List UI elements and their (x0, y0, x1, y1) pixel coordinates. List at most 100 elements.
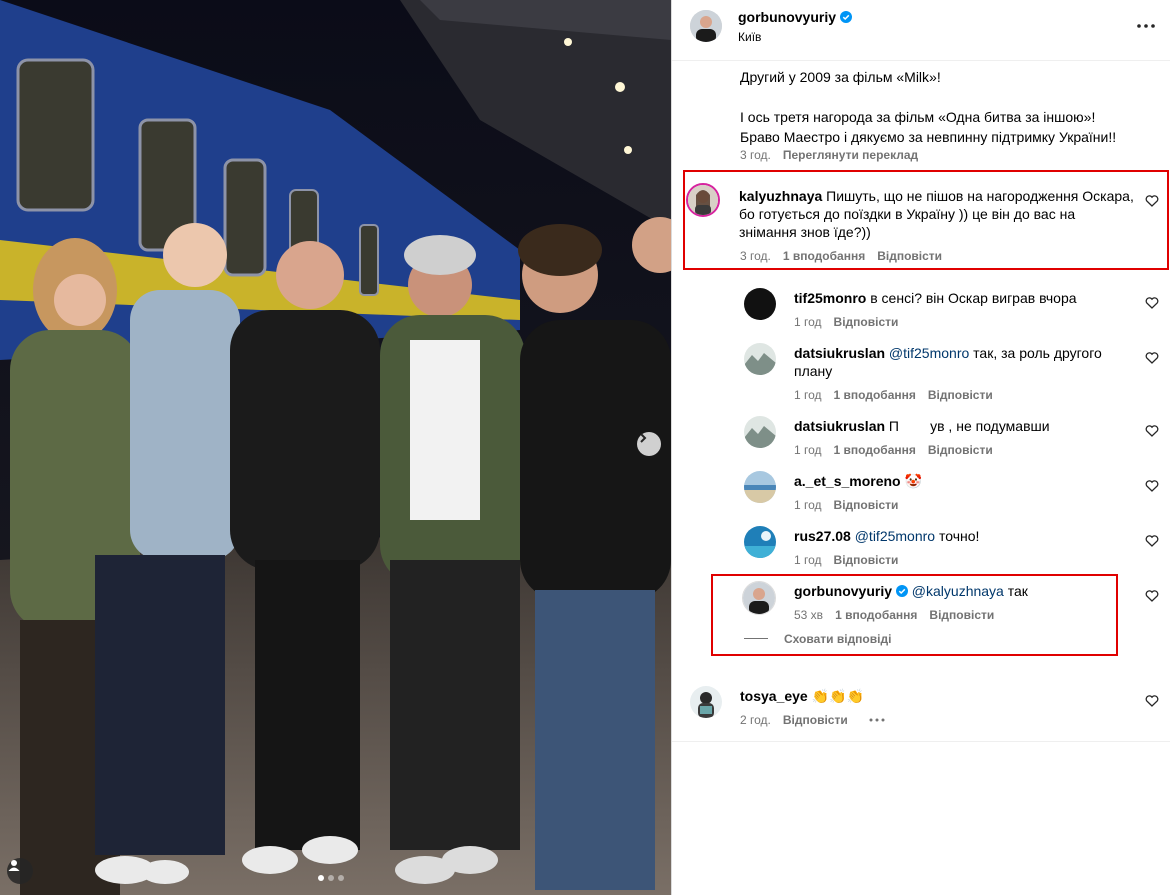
reply-reply-button[interactable]: Відповісти (928, 388, 993, 402)
reply-reply-button[interactable]: Відповісти (928, 443, 993, 457)
comment-body: tosya_eye 👏👏👏 (740, 687, 1130, 705)
reply-avatar[interactable] (742, 581, 776, 615)
reply-username[interactable]: datsiukruslan (794, 418, 885, 434)
reply-reply-button[interactable]: Відповісти (834, 553, 899, 567)
post-location[interactable]: Київ (738, 30, 761, 44)
tagged-users-button[interactable] (7, 858, 33, 884)
reply-meta: 1 год Відповісти (794, 553, 898, 567)
reply-username[interactable]: gorbunovyuriy (794, 583, 892, 599)
comment-reply-button[interactable]: Відповісти (783, 713, 848, 727)
author-username-row[interactable]: gorbunovyuriy (738, 9, 853, 25)
reply-time[interactable]: 53 хв (794, 608, 823, 622)
reply-time[interactable]: 1 год (794, 498, 822, 512)
reply-mention[interactable]: @tif25monro (855, 528, 935, 544)
post-side-panel: gorbunovyuriy Київ Другий у 2009 за філь… (671, 0, 1170, 895)
commenter-avatar[interactable] (686, 183, 720, 217)
comment-likes[interactable]: 1 вподобання (783, 249, 865, 263)
reply-mention[interactable]: @kalyuzhnaya (912, 583, 1004, 599)
heart-icon[interactable] (1145, 351, 1159, 365)
reply-username[interactable]: tif25monro (794, 290, 866, 306)
hide-replies-divider (744, 638, 768, 639)
heart-icon[interactable] (1145, 589, 1159, 603)
caption-line: І ось третя нагорода за фільм «Одна битв… (740, 109, 1096, 125)
verified-badge-icon (840, 11, 853, 23)
carousel-dots (318, 875, 344, 881)
reply-body: datsiukruslan @tif25monro так, за роль д… (794, 344, 1134, 380)
reply-body: a._et_s_moreno 🤡 (794, 472, 1134, 490)
reply-username[interactable]: rus27.08 (794, 528, 851, 544)
reply-likes[interactable]: 1 вподобання (835, 608, 917, 622)
reply-text: в сенсі? він Оскар виграв вчора (870, 290, 1077, 306)
reply-text: 🤡 (904, 473, 922, 489)
post-photo[interactable] (0, 0, 671, 895)
photo-illustration (0, 0, 671, 895)
reply-body: datsiukruslan П ув , не подумавши (794, 417, 1134, 435)
caption-line: Браво Маестро і дякуємо за невпинну підт… (740, 129, 1117, 145)
reply-meta: 1 год Відповісти (794, 498, 898, 512)
post-caption: Другий у 2009 за фільм «Milk»! І ось тре… (740, 67, 1160, 147)
comment-text: 👏👏👏 (811, 688, 864, 704)
author-avatar[interactable] (690, 10, 722, 42)
reply-time[interactable]: 1 год (794, 388, 822, 402)
carousel-next-button[interactable] (637, 432, 661, 456)
reply-time[interactable]: 1 год (794, 315, 822, 329)
reply-username[interactable]: a._et_s_moreno (794, 473, 901, 489)
comment-username[interactable]: tosya_eye (740, 688, 808, 704)
comment-username[interactable]: kalyuzhnaya (739, 188, 822, 204)
reply-avatar[interactable] (744, 288, 776, 320)
reply-likes[interactable]: 1 вподобання (834, 443, 916, 457)
reply-meta: 1 год Відповісти (794, 315, 898, 329)
reply-meta: 1 год 1 вподобання Відповісти (794, 443, 993, 457)
reply-avatar[interactable] (744, 416, 776, 448)
reply-likes[interactable]: 1 вподобання (834, 388, 916, 402)
comment-body: kalyuzhnaya Пишуть, що не пішов на нагор… (739, 187, 1134, 241)
reply-time[interactable]: 1 год (794, 443, 822, 457)
reply-text: точно! (938, 528, 980, 544)
reply-meta: 53 хв 1 вподобання Відповісти (794, 608, 994, 622)
heart-icon[interactable] (1145, 296, 1159, 310)
comment-meta: 2 год. Відповісти (740, 713, 886, 727)
comment-options-icon[interactable] (868, 717, 886, 723)
heart-icon[interactable] (1145, 534, 1159, 548)
carousel-dot (328, 875, 334, 881)
carousel-dot (338, 875, 344, 881)
heart-icon[interactable] (1145, 424, 1159, 438)
reply-avatar[interactable] (744, 343, 776, 375)
heart-icon[interactable] (1145, 694, 1159, 708)
reply-username[interactable]: datsiukruslan (794, 345, 885, 361)
reply-time[interactable]: 1 год (794, 553, 822, 567)
author-username[interactable]: gorbunovyuriy (738, 9, 836, 25)
heart-icon[interactable] (1145, 194, 1159, 208)
reply-meta: 1 год 1 вподобання Відповісти (794, 388, 993, 402)
comment-time[interactable]: 2 год. (740, 713, 771, 727)
see-translation-button[interactable]: Переглянути переклад (783, 148, 918, 162)
caption-line (740, 87, 1160, 107)
reply-avatar[interactable] (744, 471, 776, 503)
reply-text: так (1007, 583, 1028, 599)
caption-line: Другий у 2009 за фільм «Milk»! (740, 69, 941, 85)
reply-avatar[interactable] (744, 526, 776, 558)
reply-body: tif25monro в сенсі? він Оскар виграв вчо… (794, 289, 1134, 307)
reply-reply-button[interactable]: Відповісти (929, 608, 994, 622)
reply-reply-button[interactable]: Відповісти (834, 498, 899, 512)
verified-badge-icon (895, 585, 908, 597)
reply-mention[interactable]: @tif25monro (889, 345, 969, 361)
reply-body: rus27.08 @tif25monro точно! (794, 527, 1134, 545)
comments-footer-divider (672, 741, 1170, 742)
more-horizontal-icon[interactable] (1134, 16, 1158, 36)
post-header: gorbunovyuriy Київ (672, 0, 1170, 61)
reply-text: П ув , не подумавши (888, 418, 1050, 434)
caption-time[interactable]: 3 год. (740, 148, 771, 162)
user-tag-icon (8, 860, 20, 871)
reply-body: gorbunovyuriy @kalyuzhnaya так (794, 582, 1134, 600)
comment-reply-button[interactable]: Відповісти (877, 249, 942, 263)
hide-replies-button[interactable]: Сховати відповіді (784, 632, 891, 646)
comment-meta: 3 год. 1 вподобання Відповісти (740, 249, 942, 263)
comment-time[interactable]: 3 год. (740, 249, 771, 263)
chevron-right-icon (640, 433, 647, 443)
heart-icon[interactable] (1145, 479, 1159, 493)
reply-reply-button[interactable]: Відповісти (834, 315, 899, 329)
caption-meta: 3 год. Переглянути переклад (740, 148, 918, 162)
commenter-avatar[interactable] (690, 686, 722, 718)
carousel-dot (318, 875, 324, 881)
